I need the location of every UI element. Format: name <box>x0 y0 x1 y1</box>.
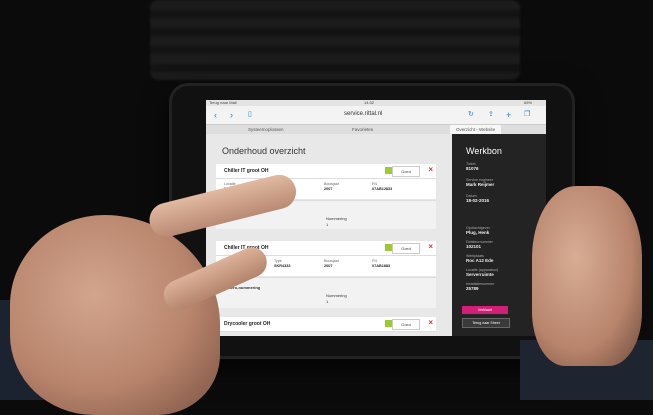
main-content: Onderhoud overzicht Chiller IT groot OH … <box>206 134 452 336</box>
right-hand <box>532 186 642 366</box>
equipment-card: Drycooler groot OH Goed × <box>216 317 436 332</box>
close-icon[interactable]: × <box>428 318 433 327</box>
reload-icon[interactable]: ↻ <box>468 110 474 118</box>
back-to-sheet-button[interactable]: Terug naar Sheet <box>462 318 510 328</box>
status-goed-button[interactable]: Goed <box>392 319 420 330</box>
back-arrow-icon[interactable]: ‹ <box>214 110 217 120</box>
close-icon[interactable]: × <box>428 165 433 174</box>
page-title: Onderhoud overzicht <box>222 146 306 156</box>
werkbon-title: Werkbon <box>466 146 502 156</box>
status-green-indicator <box>385 167 392 174</box>
bookmarks-icon[interactable]: ▯ <box>248 110 252 118</box>
debtor-field: Debiteurnummer 102101 <box>466 240 493 249</box>
tablet-screen: Terug naar Mail 14:32 65% ‹ › ▯ service.… <box>206 100 546 336</box>
primary-button[interactable]: Verklaart <box>462 306 508 314</box>
field-fn: FN 07AB12833 <box>372 182 393 191</box>
clock: 14:32 <box>364 100 375 105</box>
field-fn: FN 07AB1883 <box>372 259 391 268</box>
back-to-mail-label[interactable]: Terug naar Mail <box>209 100 237 105</box>
status-green-indicator <box>385 320 392 327</box>
client-field: Opdrachtgever Plug, Henk <box>466 226 490 235</box>
tabs-overview-icon[interactable]: ❐ <box>524 110 530 118</box>
nummering-value: 1 <box>326 299 329 304</box>
address-bar: ‹ › ▯ service.rittal.nl ↻ ⇪ + ❐ <box>206 106 546 125</box>
status-goed-button[interactable]: Goed <box>392 166 420 177</box>
tab-systeemoplossen[interactable]: Systeemoplossen <box>248 127 284 132</box>
status-goed-button[interactable]: Goed <box>392 243 420 254</box>
ticket-field: Ticket 81076 <box>466 162 479 171</box>
status-green-indicator <box>385 244 392 251</box>
share-icon[interactable]: ⇪ <box>488 110 494 118</box>
installation-field: Installatienummer 25789 <box>466 282 495 291</box>
engineer-field: Service engineer Mark Reijmer <box>466 178 495 187</box>
date-field: Datum 18-02-2016 <box>466 194 490 203</box>
tab-favorieten[interactable]: Favorieten <box>352 127 373 132</box>
close-icon[interactable]: × <box>428 242 433 251</box>
field-bouwjaar: Bouwjaar 2007 <box>324 259 339 268</box>
nummering-label: Nummering <box>326 293 347 298</box>
card-sub-section: Nero-nummering Nummering 1 <box>216 277 436 308</box>
nummering-value: 1 <box>326 222 329 227</box>
location-field: Locatie (apparatuur) Serverruimte <box>466 268 499 277</box>
field-bouwjaar: Bouwjaar 2007 <box>324 182 339 191</box>
card-title: Drycooler groot OH <box>224 321 271 327</box>
url-field[interactable]: service.rittal.nl <box>344 111 382 117</box>
field-type: TypeSKR4333 <box>274 259 291 268</box>
card-header: Chiller IT groot OH Goed × <box>216 164 436 179</box>
nummering-label: Nummering <box>326 216 347 221</box>
new-tab-icon[interactable]: + <box>506 110 511 120</box>
window-blinds-background <box>150 0 520 80</box>
card-header: Drycooler groot OH Goed × <box>216 317 436 332</box>
forward-arrow-icon[interactable]: › <box>230 110 233 120</box>
card-title: Chiller IT groot OH <box>224 168 269 174</box>
workplace-field: Werkplaats Roc A12 Ede <box>466 254 494 263</box>
battery-level: 65% <box>524 100 533 105</box>
